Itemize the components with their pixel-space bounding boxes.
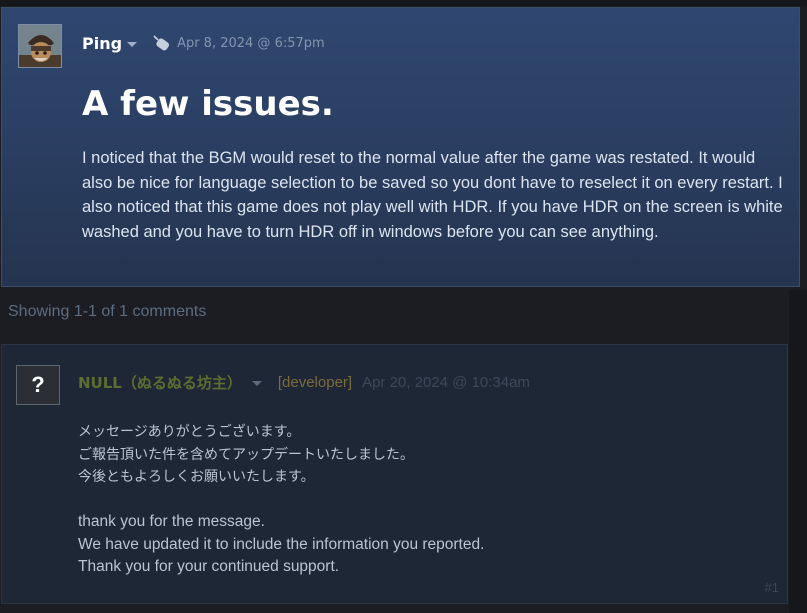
comment-line	[78, 489, 758, 512]
comment-timestamp: Apr 20, 2024 @ 10:34am	[362, 373, 530, 391]
chevron-down-icon[interactable]	[127, 41, 138, 47]
post-body: I noticed that the BGM would reset to th…	[82, 149, 783, 241]
post-header: Ping Apr 8, 2024 @ 6:57pm	[82, 32, 325, 54]
comment-line: We have updated it to include the inform…	[78, 535, 485, 553]
post-timestamp: Apr 8, 2024 @ 6:57pm	[177, 35, 325, 51]
developer-badge: [developer]	[277, 373, 353, 391]
discussion-post: Ping Apr 8, 2024 @ 6:57pm A few issues. …	[1, 7, 800, 287]
comment-line: メッセージありがとうございます。	[78, 424, 301, 440]
top-bar	[0, 0, 807, 6]
avatar-image	[19, 25, 61, 67]
post-title: A few issues.	[82, 84, 334, 124]
default-avatar-icon: ?	[31, 372, 45, 397]
comment-line: 今後ともよろしくお願いいたします。	[78, 469, 315, 485]
chevron-down-icon[interactable]	[251, 380, 262, 386]
page-background-strip	[789, 290, 807, 613]
comments-count: Showing 1-1 of 1 comments	[8, 303, 207, 320]
avatar[interactable]: ?	[16, 365, 60, 405]
comment-author[interactable]: NULL（ぬるぬる坊主）	[78, 372, 242, 393]
author-name[interactable]: Ping	[82, 34, 122, 53]
comment-header: NULL（ぬるぬる坊主） [developer] Apr 20, 2024 @ …	[78, 371, 530, 393]
avatar[interactable]	[18, 24, 62, 68]
comment-line: ご報告頂いた件を含めてアップデートいたしました。	[78, 446, 414, 463]
comment-index-link[interactable]: #1	[765, 580, 779, 595]
comment-line: Thank you for your continued support.	[78, 558, 340, 575]
comment-body: メッセージありがとうございます。 ご報告頂いた件を含めてアップデートいたしました…	[78, 421, 758, 579]
comment-line: thank you for the message.	[78, 513, 265, 530]
comment: ? NULL（ぬるぬる坊主） [developer] Apr 20, 2024 …	[1, 344, 788, 604]
mouse-icon	[153, 35, 170, 51]
